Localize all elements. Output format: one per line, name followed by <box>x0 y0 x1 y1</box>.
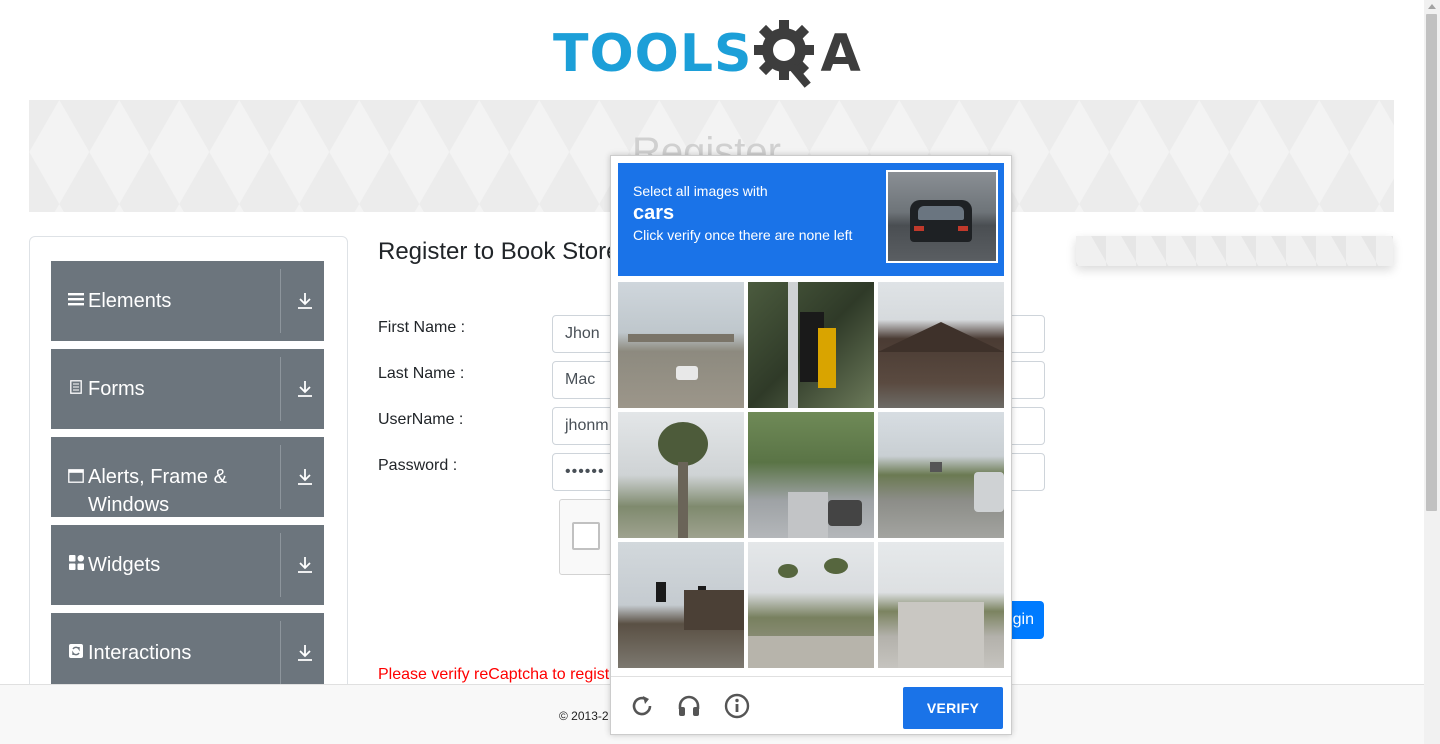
sidebar: Elements Forms Alerts, Frame & Windows W… <box>29 236 348 696</box>
first-name-label: First Name : <box>378 319 466 336</box>
scroll-up-arrow-icon[interactable] <box>1428 4 1436 9</box>
challenge-tile[interactable] <box>878 282 1004 408</box>
download-arrow-icon[interactable] <box>295 379 315 399</box>
divider <box>280 621 281 685</box>
challenge-sample-image <box>886 170 998 263</box>
challenge-tile[interactable] <box>748 282 874 408</box>
widgets-icon <box>67 555 85 575</box>
challenge-hint: Click verify once there are none left <box>633 227 853 243</box>
download-arrow-icon[interactable] <box>295 467 315 487</box>
sidebar-group-label: Elements <box>88 290 172 312</box>
download-arrow-icon[interactable] <box>295 643 315 663</box>
car-shape <box>910 200 972 242</box>
recaptcha-error-message: Please verify reCaptcha to registe <box>378 666 619 683</box>
page: TOOLS A Register Elements Forms Alerts, … <box>0 0 1440 744</box>
gear-magnifier-icon <box>754 20 815 88</box>
challenge-instruction: Select all images with <box>633 183 768 199</box>
download-arrow-icon[interactable] <box>295 555 315 575</box>
challenge-tile[interactable] <box>878 412 1004 538</box>
document-icon <box>67 379 85 399</box>
ad-banner <box>1076 236 1393 266</box>
divider <box>280 269 281 333</box>
recaptcha-challenge: Select all images with cars Click verify… <box>610 155 1012 735</box>
sidebar-group-forms[interactable]: Forms <box>51 349 324 429</box>
verify-button[interactable]: VERIFY <box>903 687 1003 729</box>
divider <box>280 533 281 597</box>
challenge-tile[interactable] <box>618 412 744 538</box>
challenge-target: cars <box>633 202 675 224</box>
challenge-tile[interactable] <box>618 542 744 668</box>
reload-icon[interactable] <box>629 693 655 719</box>
headphones-icon[interactable] <box>676 693 702 719</box>
divider <box>280 357 281 421</box>
username-label: UserName : <box>378 411 464 428</box>
interactions-icon <box>67 643 85 663</box>
form-title: Register to Book Store <box>378 238 620 265</box>
challenge-footer: VERIFY <box>611 676 1011 734</box>
logo-text-a: A <box>820 24 862 84</box>
sidebar-group-widgets[interactable]: Widgets <box>51 525 324 605</box>
info-icon[interactable] <box>724 693 750 719</box>
sidebar-group-alerts[interactable]: Alerts, Frame & Windows <box>51 437 324 517</box>
divider <box>280 445 281 509</box>
footer-copyright: © 2013-2 <box>559 709 609 723</box>
list-icon <box>67 292 85 311</box>
logo-text: TOOLS <box>553 24 753 84</box>
sidebar-group-label: Forms <box>88 378 145 400</box>
page-scrollbar[interactable] <box>1424 0 1440 744</box>
download-arrow-icon[interactable] <box>295 291 315 311</box>
challenge-tile[interactable] <box>748 412 874 538</box>
challenge-image-grid <box>618 282 1004 668</box>
recaptcha-checkbox[interactable] <box>572 522 600 550</box>
sidebar-group-label: Interactions <box>88 642 192 664</box>
sidebar-group-interactions[interactable]: Interactions <box>51 613 324 693</box>
scroll-thumb[interactable] <box>1426 14 1437 511</box>
challenge-tile[interactable] <box>618 282 744 408</box>
challenge-tile[interactable] <box>878 542 1004 668</box>
sidebar-group-label: Alerts, Frame & Windows <box>88 466 227 516</box>
window-icon <box>67 469 85 488</box>
last-name-label: Last Name : <box>378 365 465 382</box>
challenge-header: Select all images with cars Click verify… <box>618 163 1004 276</box>
challenge-tile[interactable] <box>748 542 874 668</box>
password-label: Password : <box>378 457 458 474</box>
sidebar-group-label: Widgets <box>88 554 161 576</box>
toolsqa-logo[interactable]: TOOLS A <box>553 16 862 92</box>
sidebar-group-elements[interactable]: Elements <box>51 261 324 341</box>
